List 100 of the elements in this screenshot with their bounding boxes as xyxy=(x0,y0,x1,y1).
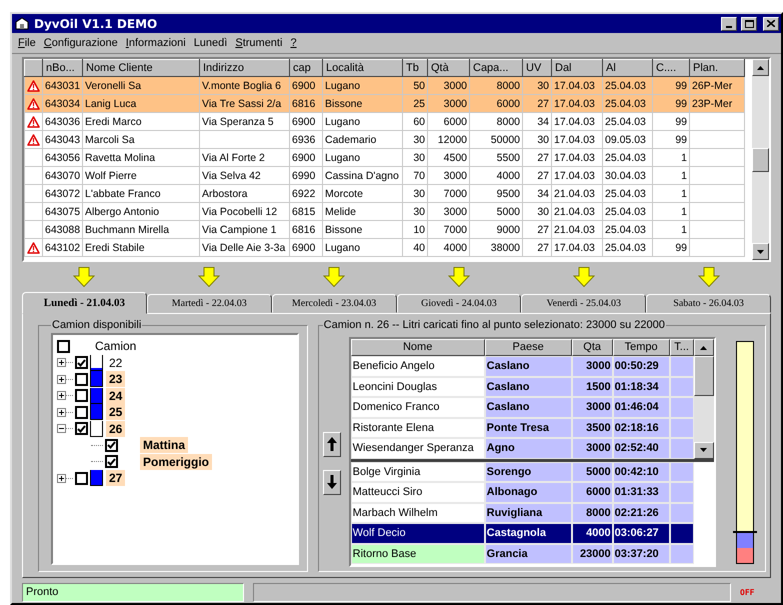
column-header[interactable]: T... xyxy=(670,339,694,356)
scrollbar[interactable] xyxy=(752,59,769,260)
column-header[interactable]: Tempo xyxy=(612,339,670,356)
menu-item[interactable]: Configurazione xyxy=(40,37,122,49)
route-row[interactable]: Leoncini Douglas Caslano 1500 01:18:34 xyxy=(350,376,694,397)
checkbox[interactable] xyxy=(75,372,88,386)
column-header[interactable] xyxy=(24,60,42,76)
day-tab[interactable]: Mercoledì - 23.04.03 xyxy=(272,294,396,313)
menu-item[interactable]: ? xyxy=(286,37,301,49)
maximize-button[interactable] xyxy=(741,16,757,30)
column-header[interactable]: Indirizzo xyxy=(200,60,290,76)
table-row[interactable]: 643036 Eredi Marco Via Speranza 5 6900 Lugano 60 6000 8000 34 17.04.03 25.04.03 99 xyxy=(24,112,744,130)
table-row[interactable]: 643088 Buchmann Mirella Via Campione 1 6816 Bissone 10 7000 9000 27 21.04.03 25.04.03 1 xyxy=(24,220,744,238)
table-row[interactable]: 643043 Marcoli Sa 6936 Cademario 30 12000 50000 30 17.04.03 09.05.03 99 xyxy=(24,130,744,148)
table-cell: 8000 xyxy=(572,502,613,523)
table-cell: 3000 xyxy=(572,438,613,458)
arrow-down-icon xyxy=(73,266,96,286)
checkbox[interactable] xyxy=(75,472,88,485)
column-header[interactable]: cap xyxy=(290,60,322,76)
scroll-down-button[interactable] xyxy=(694,442,714,458)
table-row[interactable]: 643070 Wolf Pierre Via Selva 42 6990 Cassina D'agno 70 3000 4000 27 17.04.03 30.04.03 1 xyxy=(24,166,744,184)
scroll-down-button[interactable] xyxy=(752,243,769,260)
tree-item[interactable]: 24 xyxy=(106,388,126,404)
route-row[interactable]: Bolge Virginia Sorengo 5000 00:42:10 xyxy=(350,462,694,482)
tree-item[interactable]: Camion xyxy=(92,338,140,354)
menu-item[interactable]: File xyxy=(14,37,40,49)
column-header[interactable]: Al xyxy=(602,60,652,76)
arrow-down-icon xyxy=(572,266,595,286)
tree-item[interactable]: 25 xyxy=(106,404,126,420)
route-row[interactable]: Marbach Wilhelm Ruvigliana 8000 02:21:26 xyxy=(350,502,694,523)
column-header[interactable]: Dal xyxy=(552,60,602,76)
column-header[interactable]: Qta xyxy=(572,339,613,356)
move-up-button[interactable] xyxy=(322,432,341,456)
day-tab[interactable]: Venerdì - 25.04.03 xyxy=(521,294,646,313)
table-row[interactable]: 643072 L'abbate Franco Arbostora 6922 Morcote 30 7000 9500 34 21.04.03 25.04.03 1 xyxy=(24,184,744,202)
checkbox[interactable] xyxy=(105,438,118,452)
day-tab[interactable]: Sabato - 26.04.03 xyxy=(646,294,771,313)
expand-toggle[interactable] xyxy=(57,391,66,400)
route-row[interactable]: Ritorno Base Grancia 23000 03:37:20 xyxy=(350,544,694,564)
checkmark-icon xyxy=(77,424,86,433)
menu-item[interactable]: Informazioni xyxy=(122,37,190,49)
column-header[interactable]: Capa... xyxy=(470,60,522,76)
menu-item[interactable]: Lunedì xyxy=(190,37,232,49)
route-row[interactable]: Beneficio Angelo Caslano 3000 00:50:29 xyxy=(350,356,694,376)
column-header[interactable]: UV xyxy=(522,60,552,76)
tree-item[interactable]: 27 xyxy=(106,470,126,486)
table-cell: Bolge Virginia xyxy=(350,462,485,482)
tree-item[interactable]: Mattina xyxy=(140,437,188,454)
checkbox[interactable] xyxy=(75,422,88,436)
collapse-toggle[interactable] xyxy=(57,424,66,434)
day-tab[interactable]: Giovedì - 24.04.03 xyxy=(396,294,522,313)
column-header[interactable]: Tb xyxy=(402,60,428,76)
route-row[interactable]: Ristorante Elena Ponte Tresa 3500 02:18:16 xyxy=(350,418,694,438)
day-tab[interactable]: Martedì - 22.04.03 xyxy=(146,294,272,313)
column-header[interactable]: Qtà xyxy=(428,60,470,76)
day-tab[interactable]: Lunedì - 21.04.03 xyxy=(22,292,147,314)
expand-toggle[interactable] xyxy=(57,358,66,368)
tree-item[interactable]: 22 xyxy=(106,354,126,371)
close-icon xyxy=(767,20,775,27)
checkbox[interactable] xyxy=(57,340,70,353)
route-row[interactable]: Wolf Decio Castagnola 4000 03:06:27 xyxy=(350,523,694,544)
column-header[interactable]: Nome xyxy=(350,339,485,356)
scroll-thumb[interactable] xyxy=(694,356,714,396)
table-row[interactable]: 643102 Eredi Stabile Via Delle Aie 3-3a 6900 Lugano 40 4000 38000 27 17.04.03 25.04.03 99 xyxy=(24,238,744,256)
scroll-up-icon xyxy=(700,346,708,350)
column-header[interactable]: Località xyxy=(322,60,402,76)
column-header[interactable]: Nome Cliente xyxy=(82,60,200,76)
route-row[interactable]: Matteucci Siro Albonago 6000 01:31:33 xyxy=(350,482,694,502)
scroll-up-button[interactable] xyxy=(694,339,714,356)
route-row[interactable]: Wiesendanger Speranza Agno 3000 02:52:40 xyxy=(350,438,694,458)
column-header[interactable]: Paese xyxy=(484,339,572,356)
checkbox[interactable] xyxy=(105,455,118,468)
scroll-thumb[interactable] xyxy=(752,148,769,172)
checkbox[interactable] xyxy=(75,356,88,370)
close-button[interactable] xyxy=(763,16,779,30)
tree-item[interactable]: 26 xyxy=(106,420,126,437)
expand-toggle[interactable] xyxy=(57,374,66,384)
table-cell: Caslano xyxy=(484,397,572,418)
table-cell: 01:46:04 xyxy=(612,397,670,418)
scroll-up-button[interactable] xyxy=(752,59,769,76)
column-header[interactable]: nBo... xyxy=(42,60,82,76)
tree-item[interactable]: Pomeriggio xyxy=(140,454,212,470)
scrollbar[interactable] xyxy=(694,356,714,458)
table-row[interactable]: 643031 Veronelli Sa V.monte Boglia 6 6900 Lugano 50 3000 8000 30 17.04.03 25.04.03 99 26P-Mer xyxy=(24,76,744,94)
checkbox[interactable] xyxy=(75,406,88,419)
move-down-button[interactable] xyxy=(322,470,341,494)
table-row[interactable]: 643034 Lanig Luca Via Tre Sassi 2/a 6816 Bissone 25 3000 6000 27 17.04.03 25.04.03 99 23P-Mer xyxy=(24,94,744,112)
column-header[interactable]: Plan. xyxy=(690,60,744,76)
table-row[interactable]: 643056 Ravetta Molina Via Al Forte 2 6900 Lugano 30 4500 5500 27 17.04.03 25.04.03 1 xyxy=(24,148,744,166)
table-cell: Domenico Franco xyxy=(350,397,485,418)
expand-toggle[interactable] xyxy=(57,474,66,483)
expand-toggle[interactable] xyxy=(57,408,66,417)
table-cell: Matteucci Siro xyxy=(350,482,485,502)
column-header[interactable]: C.... xyxy=(652,60,690,76)
minimize-button[interactable] xyxy=(721,16,737,30)
table-row[interactable]: 643075 Albergo Antonio Via Pocobelli 12 6815 Melide 30 3000 5000 30 21.04.03 25.04.03 1 xyxy=(24,202,744,220)
route-row[interactable]: Domenico Franco Caslano 3000 01:46:04 xyxy=(350,397,694,418)
checkbox[interactable] xyxy=(75,389,88,402)
menu-item[interactable]: Strumenti xyxy=(231,37,286,49)
tree-item[interactable]: 23 xyxy=(106,371,126,388)
